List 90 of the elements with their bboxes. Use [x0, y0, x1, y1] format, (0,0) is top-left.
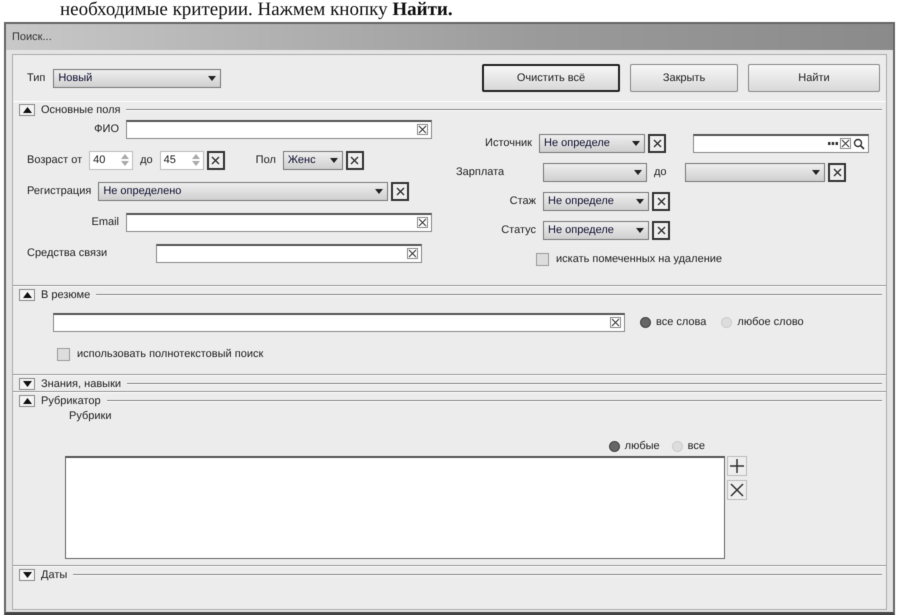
spinner-icon — [121, 153, 130, 167]
clear-icon — [656, 196, 666, 206]
field-label: Email — [90, 216, 120, 228]
field-label: Регистрация — [26, 185, 92, 197]
radio-option[interactable]: все слова — [640, 316, 706, 328]
toggle-button[interactable] — [19, 104, 35, 116]
caret-icon — [632, 140, 640, 146]
type-label: Тип — [26, 72, 46, 84]
checkbox[interactable] — [57, 348, 70, 360]
field-label: до — [139, 154, 154, 166]
browse-icon — [828, 142, 838, 145]
radio-button[interactable] — [640, 316, 651, 328]
spinner-icon — [192, 153, 200, 167]
clear-icon — [211, 156, 220, 164]
toggle-button[interactable] — [19, 378, 35, 390]
field-label: Источник — [484, 137, 533, 149]
clear-button[interactable] — [652, 220, 670, 240]
dialog-button[interactable]: Закрыть — [630, 64, 738, 92]
clear-button[interactable] — [652, 192, 670, 210]
lookup-field[interactable] — [693, 134, 869, 152]
dropdown[interactable]: Не определе — [539, 134, 645, 152]
caption-text: необходимые критерии. Нажмем кнопку Найти. — [59, 0, 454, 22]
checkbox-label: использовать полнотекстовый поиск — [76, 348, 264, 360]
list-box[interactable] — [65, 456, 725, 559]
window-title: Поиск... — [12, 31, 52, 43]
radio-option[interactable]: любые — [608, 440, 660, 452]
section-title: Основные поля — [40, 104, 122, 116]
search-icon — [853, 138, 865, 150]
field-label: до — [653, 166, 668, 178]
field-label: Зарплата — [455, 166, 506, 178]
caret-icon — [375, 188, 384, 194]
number-field[interactable]: 40 — [89, 150, 134, 170]
field-label: ФИО — [93, 123, 120, 135]
section-title: В резюме — [40, 288, 92, 300]
dropdown[interactable]: Не определе — [543, 220, 649, 240]
checkbox-label: искать помеченных на удаление — [555, 253, 724, 265]
caret-icon — [634, 170, 642, 174]
clear-icon — [840, 138, 851, 149]
dialog-button[interactable]: Очистить всё — [482, 64, 620, 92]
field-label: Возраст от — [26, 154, 84, 166]
toggle-button[interactable] — [19, 394, 35, 406]
input-field[interactable] — [126, 212, 432, 232]
dropdown[interactable]: Женс — [282, 150, 343, 170]
toggle-button[interactable] — [19, 288, 35, 300]
section-title: Знания, навыки — [40, 378, 122, 390]
dropdown[interactable]: Не определе — [543, 192, 649, 210]
input-field[interactable] — [156, 244, 422, 262]
close-icon — [730, 483, 744, 497]
field-label: Статус — [500, 224, 537, 236]
remove-button[interactable] — [727, 480, 747, 500]
dropdown[interactable] — [543, 162, 647, 182]
clear-button[interactable] — [346, 150, 364, 170]
clear-icon — [417, 217, 428, 228]
clear-icon — [407, 248, 418, 259]
clear-icon — [350, 156, 360, 164]
field-label: Стаж — [508, 195, 537, 207]
list-label: Рубрики — [68, 410, 112, 422]
caret-icon — [636, 198, 644, 204]
caret-icon — [208, 76, 216, 80]
clear-icon — [610, 317, 621, 328]
radio-option[interactable]: все — [672, 440, 705, 452]
caret-icon — [636, 228, 644, 232]
clear-icon — [656, 226, 666, 234]
dropdown[interactable]: Новый — [53, 68, 222, 88]
field-label: Средства связи — [26, 247, 108, 259]
input-field[interactable] — [53, 312, 625, 332]
clear-button[interactable] — [391, 182, 410, 200]
radio-button[interactable] — [608, 440, 620, 452]
clear-icon — [652, 138, 662, 148]
dropdown[interactable]: Не определено — [98, 182, 388, 200]
clear-button[interactable] — [828, 162, 846, 182]
dialog-button[interactable]: Найти — [748, 64, 880, 92]
section-title: Рубрикатор — [40, 394, 102, 406]
plus-icon — [730, 459, 744, 473]
number-field[interactable]: 45 — [160, 150, 204, 170]
input-field[interactable] — [126, 120, 432, 138]
checkbox[interactable] — [536, 252, 549, 266]
dropdown[interactable] — [685, 162, 825, 182]
caret-icon — [812, 170, 820, 174]
section-title: Даты — [40, 568, 68, 580]
clear-button[interactable] — [206, 150, 225, 170]
toggle-button[interactable] — [19, 568, 35, 580]
caret-icon — [330, 158, 338, 162]
radio-option[interactable]: любое слово — [721, 316, 804, 328]
field-label: Пол — [254, 154, 277, 166]
add-button[interactable] — [727, 456, 747, 476]
clear-button[interactable] — [648, 134, 666, 152]
clear-icon — [832, 168, 842, 176]
clear-icon — [396, 186, 405, 196]
clear-icon — [417, 124, 428, 135]
